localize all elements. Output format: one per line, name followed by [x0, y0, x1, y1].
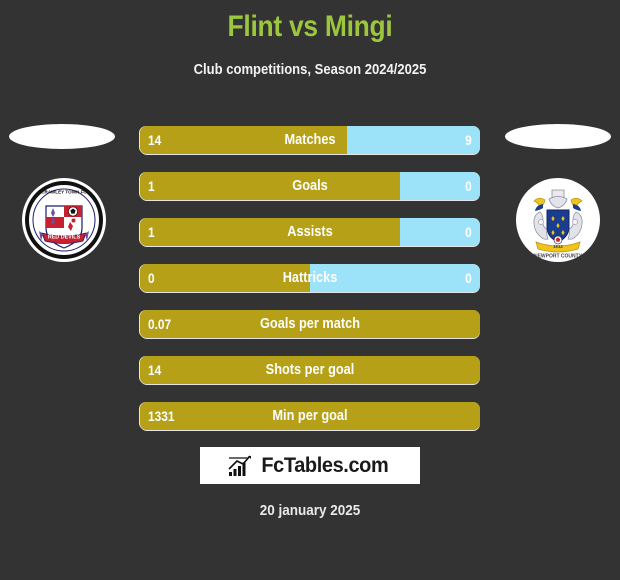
- home-badge-shadow-ellipse: [9, 124, 115, 149]
- comparison-infographic: Flint vs Mingi Club competitions, Season…: [0, 0, 620, 580]
- stat-label: Assists: [287, 224, 333, 240]
- fctables-logo[interactable]: FcTables.com: [200, 447, 420, 484]
- home-value: 14: [148, 132, 162, 148]
- stat-label: Matches: [284, 132, 336, 148]
- stat-row: 1 0 Assists: [140, 218, 480, 246]
- svg-text:NEWPORT COUNTY: NEWPORT COUNTY: [534, 254, 583, 260]
- stat-label: Hattricks: [282, 270, 338, 286]
- stat-label: Min per goal: [272, 408, 348, 424]
- generated-date: 20 january 2025: [259, 502, 361, 519]
- away-value: 0: [465, 178, 472, 194]
- stat-row: 1331 Min per goal: [140, 402, 480, 430]
- bar-chart-icon: [228, 454, 252, 476]
- away-value: 9: [465, 132, 472, 148]
- stat-label: Goals per match: [260, 316, 360, 332]
- stat-row: 0 0 Hattricks: [140, 264, 480, 292]
- stat-row: 14 9 Matches: [140, 126, 480, 154]
- away-value: 0: [465, 270, 472, 286]
- stats-rows: 14 9 Matches 1 0 Goals 1 0 Assists 0 0 Hattricks 0.0…: [140, 126, 480, 448]
- home-value: 1: [148, 224, 155, 240]
- svg-text:RED DEVILS: RED DEVILS: [48, 235, 81, 241]
- home-value: 1: [148, 178, 155, 194]
- svg-text:CRAWLEY TOWN FC: CRAWLEY TOWN FC: [41, 190, 87, 195]
- away-badge-shadow-ellipse: [505, 124, 611, 149]
- stat-label: Shots per goal: [265, 362, 355, 378]
- home-value: 0: [148, 270, 155, 286]
- stat-label: Goals: [292, 178, 328, 194]
- crawley-town-fc-badge: RED DEVILS CRAWLEY TOWN FC: [22, 178, 106, 262]
- stat-row: 14 Shots per goal: [140, 356, 480, 384]
- stat-row: 1 0 Goals: [140, 172, 480, 200]
- page-title: Flint vs Mingi: [227, 10, 393, 43]
- stat-row: 0.07 Goals per match: [140, 310, 480, 338]
- svg-text:1912: 1912: [553, 244, 563, 249]
- home-value: 14: [148, 362, 162, 378]
- page-subtitle: Club competitions, Season 2024/2025: [193, 62, 427, 78]
- fctables-logo-text: FcTables.com: [261, 453, 389, 477]
- away-value: 0: [465, 224, 472, 240]
- newport-county-badge: 1912 NEWPORT COUNTY: [516, 178, 600, 262]
